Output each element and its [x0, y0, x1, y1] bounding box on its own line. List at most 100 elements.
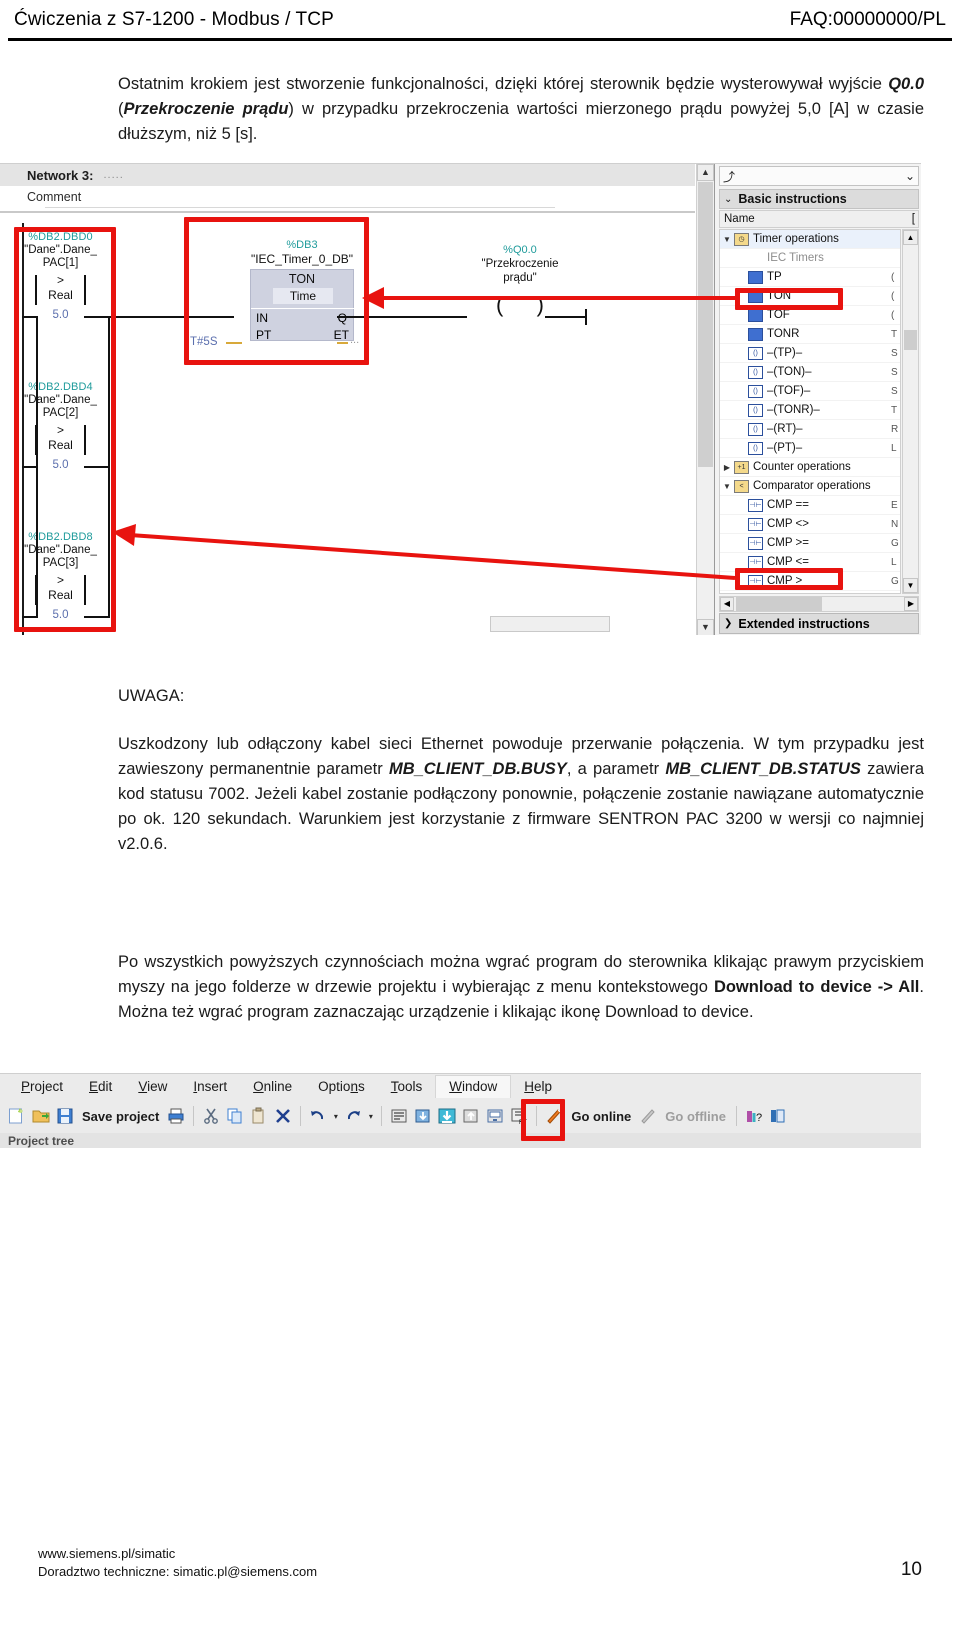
coil-paren-right: ) — [536, 292, 544, 317]
menu-help[interactable]: Help — [511, 1076, 565, 1098]
start-simulation-icon[interactable] — [484, 1105, 506, 1127]
editor-vertical-scrollbar[interactable]: ▲ ▼ — [696, 164, 714, 635]
instructions-tree[interactable]: ▼ ◷ Timer operations IEC Timers TP(TON(TOF(T… — [719, 229, 901, 594]
tree-scroll-down-icon[interactable]: ▼ — [903, 578, 918, 593]
tree-item-cmp[interactable]: ⊣⊢ CMP == E — [720, 496, 900, 515]
tree-hscroll-thumb[interactable] — [736, 597, 822, 611]
tree-scroll-thumb[interactable] — [904, 330, 917, 350]
download-highlighted-icon[interactable] — [436, 1105, 458, 1127]
tree-item-tp[interactable]: TP ( — [720, 268, 900, 287]
go-online-label[interactable]: Go online — [567, 1109, 635, 1124]
undo-dropdown-icon[interactable]: ▾ — [331, 1105, 340, 1127]
tia-toolbar[interactable]: Save project ▾ ▾ RT Go online Go offline… — [0, 1099, 921, 1133]
tree-item-tof[interactable]: () –(TOF)– S — [720, 382, 900, 401]
tree-item-desc: L — [891, 442, 897, 454]
menu-window[interactable]: Window — [435, 1075, 512, 1098]
tree-item-tp[interactable]: () –(TP)– S — [720, 344, 900, 363]
tree-item-ton[interactable]: () –(TON)– S — [720, 363, 900, 382]
rung-end-tick — [585, 309, 587, 325]
cut-icon[interactable] — [200, 1105, 222, 1127]
extended-instructions-title: Extended instructions — [738, 616, 870, 631]
chevron-down-icon[interactable]: ▼ — [720, 235, 734, 244]
chevron-down-icon[interactable]: ⌄ — [905, 169, 915, 183]
menu-tools[interactable]: Tools — [378, 1076, 436, 1098]
paste-icon[interactable] — [248, 1105, 270, 1127]
tree-item-pt[interactable]: () –(PT)– L — [720, 439, 900, 458]
block-instruction-icon — [748, 308, 763, 322]
menu-insert[interactable]: Insert — [180, 1076, 240, 1098]
menu-options[interactable]: Options — [305, 1076, 378, 1098]
tree-scroll-left-icon[interactable]: ◀ — [720, 597, 734, 611]
tree-column-header: Name [ — [719, 210, 919, 228]
go-offline-icon[interactable] — [637, 1105, 659, 1127]
redo-icon[interactable] — [342, 1105, 364, 1127]
tree-vertical-scrollbar[interactable]: ▲ ▼ — [902, 229, 919, 594]
tree-item-comparator-operations[interactable]: ▼ < Comparator operations — [720, 477, 900, 496]
open-project-icon[interactable] — [30, 1105, 52, 1127]
tree-item-label: –(TP)– — [767, 347, 803, 359]
copy-icon[interactable] — [224, 1105, 246, 1127]
tree-scroll-up-icon[interactable]: ▲ — [903, 230, 918, 245]
tree-scroll-right-icon[interactable]: ▶ — [904, 597, 918, 611]
insert-instruction-icon[interactable]: ⤴ — [723, 168, 735, 185]
cmp-instruction-icon: ⊣⊢ — [748, 517, 763, 531]
tia-menubar[interactable]: Project Edit View Insert Online Options Tools W… — [0, 1074, 921, 1099]
tree-item-label: Comparator operations — [753, 480, 871, 492]
toolbar-separator — [381, 1106, 383, 1126]
annotation-box-cmp-tree-item — [735, 568, 843, 590]
coil-name-line2: prądu" — [503, 272, 537, 284]
editor-horizontal-scrollbar[interactable] — [490, 616, 610, 632]
scroll-thumb[interactable] — [698, 182, 713, 467]
basic-instructions-header[interactable]: ⌄ Basic instructions — [719, 189, 919, 209]
network-comment[interactable]: Comment — [0, 186, 695, 208]
tree-item-counter-operations[interactable]: ▶ +1 Counter operations — [720, 458, 900, 477]
menu-view[interactable]: View — [125, 1076, 180, 1098]
print-icon[interactable] — [165, 1105, 187, 1127]
comparator-icon: < — [734, 479, 749, 493]
tree-item-desc: G — [891, 537, 899, 549]
coil-instruction-icon: () — [748, 384, 763, 398]
instructions-toolbar[interactable]: ⤴ ⌄ — [719, 166, 919, 186]
save-icon[interactable] — [54, 1105, 76, 1127]
tree-horizontal-scrollbar[interactable]: ◀ ▶ — [719, 596, 919, 612]
toolbar-separator — [193, 1106, 195, 1126]
tree-item-desc: T — [891, 404, 898, 416]
redo-dropdown-icon[interactable]: ▾ — [366, 1105, 375, 1127]
save-project-label[interactable]: Save project — [78, 1109, 163, 1124]
page-footer: www.siemens.pl/simatic Doradztwo technic… — [38, 1545, 922, 1581]
tree-item-tonr[interactable]: TONR T — [720, 325, 900, 344]
search-icon[interactable] — [767, 1105, 789, 1127]
download-to-device-label: Download to device -> All — [713, 978, 920, 996]
tree-item-desc: E — [891, 499, 898, 511]
undo-icon[interactable] — [307, 1105, 329, 1127]
tree-item-tonr[interactable]: () –(TONR)– T — [720, 401, 900, 420]
page-number: 10 — [900, 1559, 922, 1580]
delete-icon[interactable] — [272, 1105, 294, 1127]
scroll-down-icon[interactable]: ▼ — [697, 619, 714, 635]
tree-item-iec-timers[interactable]: IEC Timers — [720, 249, 900, 268]
download-to-device-icon[interactable] — [412, 1105, 434, 1127]
go-offline-label[interactable]: Go offline — [661, 1109, 730, 1124]
tree-item-cmp[interactable]: ⊣⊢ CMP >= G — [720, 534, 900, 553]
compile-icon[interactable] — [388, 1105, 410, 1127]
chevron-right-icon[interactable]: ▶ — [720, 463, 734, 472]
scroll-up-icon[interactable]: ▲ — [697, 164, 714, 181]
coil-instruction-icon: () — [748, 365, 763, 379]
chevron-right-icon[interactable]: ❯ — [724, 618, 732, 629]
chevron-down-icon[interactable]: ▼ — [720, 482, 734, 491]
menu-edit[interactable]: Edit — [76, 1076, 125, 1098]
chevron-down-icon[interactable]: ⌄ — [724, 194, 732, 205]
new-project-icon[interactable] — [6, 1105, 28, 1127]
tree-item-rt[interactable]: () –(RT)– R — [720, 420, 900, 439]
tree-item-label: –(PT)– — [767, 442, 803, 454]
block-instruction-icon — [748, 327, 763, 341]
extended-instructions-header[interactable]: ❯ Extended instructions — [719, 613, 919, 634]
upload-from-device-icon[interactable] — [460, 1105, 482, 1127]
tree-item-cmp[interactable]: ⊣⊢ CMP <> N — [720, 515, 900, 534]
menu-project[interactable]: Project — [8, 1076, 76, 1098]
help-icon[interactable]: ? — [743, 1105, 765, 1127]
tree-item-desc: G — [891, 575, 899, 587]
tree-item-timer-operations[interactable]: ▼ ◷ Timer operations — [720, 230, 900, 249]
menu-online[interactable]: Online — [240, 1076, 305, 1098]
output-coil[interactable]: %Q0.0 "Przekroczenie prądu" ( ) — [440, 243, 600, 321]
